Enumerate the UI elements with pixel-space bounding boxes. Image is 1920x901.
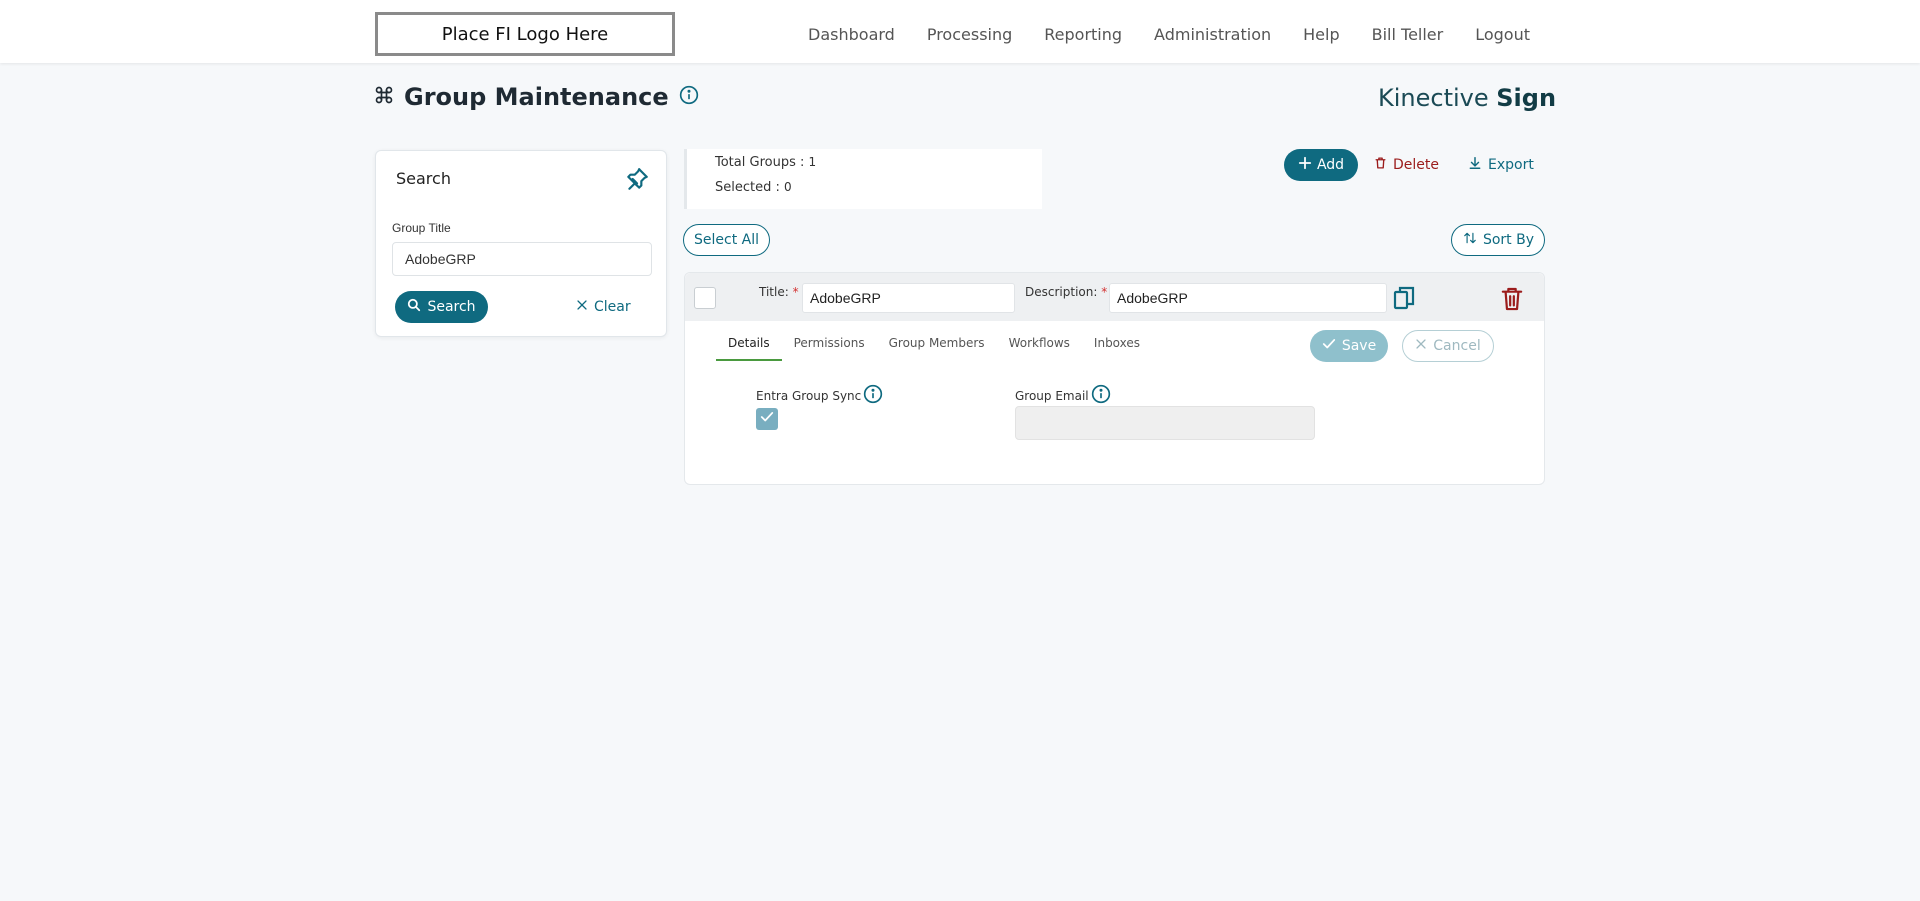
select-all-button[interactable]: Select All	[683, 224, 770, 256]
total-groups-value: 1	[808, 155, 817, 169]
selected-label: Selected :	[715, 180, 780, 195]
main-nav: Dashboard Processing Reporting Administr…	[776, 0, 1530, 68]
trash-icon	[1374, 156, 1387, 174]
group-email-label: Group Email	[1015, 388, 1089, 403]
tab-workflows[interactable]: Workflows	[997, 331, 1082, 361]
tab-inboxes[interactable]: Inboxes	[1082, 331, 1152, 361]
fi-logo-placeholder[interactable]: Place FI Logo Here	[375, 12, 675, 56]
title-label-text: Title:	[759, 285, 789, 299]
cancel-button[interactable]: Cancel	[1402, 330, 1494, 362]
group-record-header: Title: * Description: *	[685, 273, 1544, 321]
save-button[interactable]: Save	[1310, 330, 1388, 362]
check-icon	[760, 410, 774, 428]
pin-icon[interactable]	[624, 166, 650, 197]
nav-help[interactable]: Help	[1303, 25, 1339, 44]
group-email-field[interactable]	[1015, 406, 1315, 440]
search-button[interactable]: Search	[395, 291, 488, 323]
delete-button[interactable]: Delete	[1374, 149, 1439, 181]
close-icon	[576, 299, 588, 315]
info-icon[interactable]	[863, 384, 883, 407]
search-panel-title: Search	[396, 169, 451, 188]
add-button[interactable]: Add	[1284, 149, 1358, 181]
clear-button-label: Clear	[594, 299, 631, 315]
entra-sync-label-row: Entra Group Sync	[756, 384, 883, 407]
tab-details[interactable]: Details	[716, 331, 782, 361]
description-input[interactable]	[1109, 283, 1387, 313]
save-button-label: Save	[1341, 338, 1377, 354]
description-label-text: Description:	[1025, 285, 1098, 299]
brand-name: Kinective	[1378, 84, 1489, 112]
delete-row-icon[interactable]	[1501, 286, 1523, 317]
search-icon	[407, 298, 421, 316]
add-button-label: Add	[1316, 157, 1345, 173]
export-button-label: Export	[1488, 157, 1534, 173]
title-field-label: Title: *	[759, 285, 799, 299]
info-icon[interactable]	[1091, 384, 1111, 407]
command-icon	[374, 85, 394, 110]
page-header: Group Maintenance	[374, 83, 699, 111]
sort-by-button[interactable]: Sort By	[1451, 224, 1545, 256]
required-mark: *	[792, 285, 799, 299]
group-stats: Total Groups : 1 Selected : 0	[684, 149, 1042, 209]
close-icon	[1415, 338, 1427, 354]
top-nav-bar: Place FI Logo Here Dashboard Processing …	[0, 0, 1920, 63]
sort-by-label: Sort By	[1482, 232, 1535, 248]
plus-icon	[1298, 156, 1312, 174]
sort-icon	[1462, 231, 1478, 249]
nav-logout[interactable]: Logout	[1475, 25, 1530, 44]
group-title-label: Group Title	[392, 221, 451, 235]
required-mark: *	[1101, 285, 1108, 299]
nav-dashboard[interactable]: Dashboard	[808, 25, 895, 44]
group-tabs: Details Permissions Group Members Workfl…	[716, 331, 1152, 361]
description-field-label: Description: *	[1025, 285, 1107, 299]
total-groups: Total Groups : 1	[715, 155, 816, 170]
product-brand: Kinective Sign	[1378, 84, 1556, 112]
copy-icon[interactable]	[1393, 286, 1415, 315]
title-input[interactable]	[802, 283, 1015, 313]
group-title-input[interactable]	[392, 242, 652, 276]
search-button-label: Search	[427, 299, 476, 315]
nav-administration[interactable]: Administration	[1154, 25, 1271, 44]
tab-group-members[interactable]: Group Members	[877, 331, 997, 361]
info-icon[interactable]	[679, 85, 699, 110]
delete-button-label: Delete	[1393, 157, 1439, 173]
page-title: Group Maintenance	[404, 83, 669, 111]
total-groups-label: Total Groups :	[715, 155, 805, 170]
export-button[interactable]: Export	[1468, 149, 1534, 181]
selected-value: 0	[784, 180, 792, 194]
entra-sync-checkbox[interactable]	[756, 408, 778, 430]
group-record-card: Title: * Description: * Details Permissi…	[684, 272, 1545, 485]
nav-reporting[interactable]: Reporting	[1044, 25, 1122, 44]
group-email-label-row: Group Email	[1015, 384, 1111, 407]
clear-button[interactable]: Clear	[576, 291, 631, 323]
check-icon	[1322, 338, 1336, 354]
tab-permissions[interactable]: Permissions	[782, 331, 877, 361]
entra-sync-label: Entra Group Sync	[756, 388, 862, 403]
download-icon	[1468, 156, 1482, 174]
row-select-checkbox[interactable]	[694, 287, 716, 309]
search-panel: Search Group Title Search Clear	[375, 150, 667, 337]
brand-name-bold: Sign	[1496, 84, 1557, 112]
nav-user-menu[interactable]: Bill Teller	[1372, 25, 1444, 44]
nav-processing[interactable]: Processing	[927, 25, 1012, 44]
cancel-button-label: Cancel	[1433, 338, 1481, 354]
selected-count: Selected : 0	[715, 180, 792, 195]
